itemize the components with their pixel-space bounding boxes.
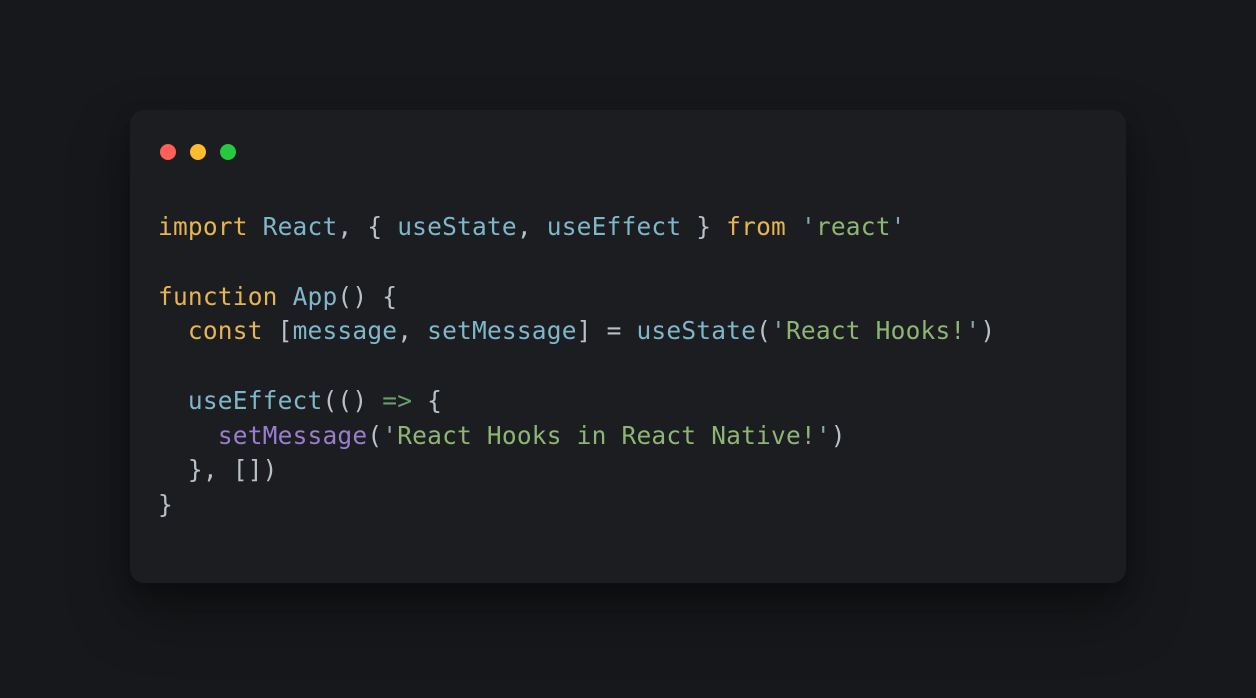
punct: ( (367, 421, 382, 450)
punct: [ (278, 316, 293, 345)
ident-react: React (263, 212, 338, 241)
punct: ) (831, 421, 846, 450)
indent (158, 386, 188, 415)
close-icon[interactable] (160, 144, 176, 160)
ident-setmessage: setMessage (427, 316, 577, 345)
punct-close: } (158, 490, 173, 519)
arrow: => (382, 386, 412, 415)
keyword-from: from (726, 212, 786, 241)
string-react-native: React Hooks in React Native! (397, 421, 816, 450)
string-react: react (816, 212, 891, 241)
punct: = (607, 316, 622, 345)
punct: { (382, 282, 397, 311)
punct: } (696, 212, 711, 241)
punct: ] (577, 316, 592, 345)
keyword-const: const (188, 316, 263, 345)
string-react-hooks: React Hooks! (786, 316, 965, 345)
string-quote: ' (771, 316, 786, 345)
string-quote: ' (382, 421, 397, 450)
punct: , (397, 316, 412, 345)
code-block: import React, { useState, useEffect } fr… (158, 210, 1098, 523)
ident-usestate: useState (397, 212, 517, 241)
code-window: import React, { useState, useEffect } fr… (130, 110, 1126, 583)
punct: , (337, 212, 352, 241)
punct: ) (980, 316, 995, 345)
minimize-icon[interactable] (190, 144, 206, 160)
ident-useeffect: useEffect (547, 212, 682, 241)
string-quote: ' (801, 212, 816, 241)
string-quote: ' (965, 316, 980, 345)
punct-close: }, []) (188, 455, 278, 484)
punct: ) (352, 386, 367, 415)
indent (158, 421, 218, 450)
punct: { (367, 212, 382, 241)
maximize-icon[interactable] (220, 144, 236, 160)
keyword-import: import (158, 212, 248, 241)
ident-usestate-call: useState (636, 316, 756, 345)
indent (158, 455, 188, 484)
punct: ( (756, 316, 771, 345)
punct: () (337, 282, 367, 311)
indent (158, 316, 188, 345)
punct: (( (322, 386, 352, 415)
ident-app: App (293, 282, 338, 311)
traffic-lights (158, 140, 1098, 168)
ident-message: message (293, 316, 398, 345)
punct: , (517, 212, 532, 241)
call-setmessage: setMessage (218, 421, 368, 450)
string-quote: ' (816, 421, 831, 450)
string-quote: ' (891, 212, 906, 241)
ident-useeffect-call: useEffect (188, 386, 323, 415)
punct: { (427, 386, 442, 415)
keyword-function: function (158, 282, 278, 311)
